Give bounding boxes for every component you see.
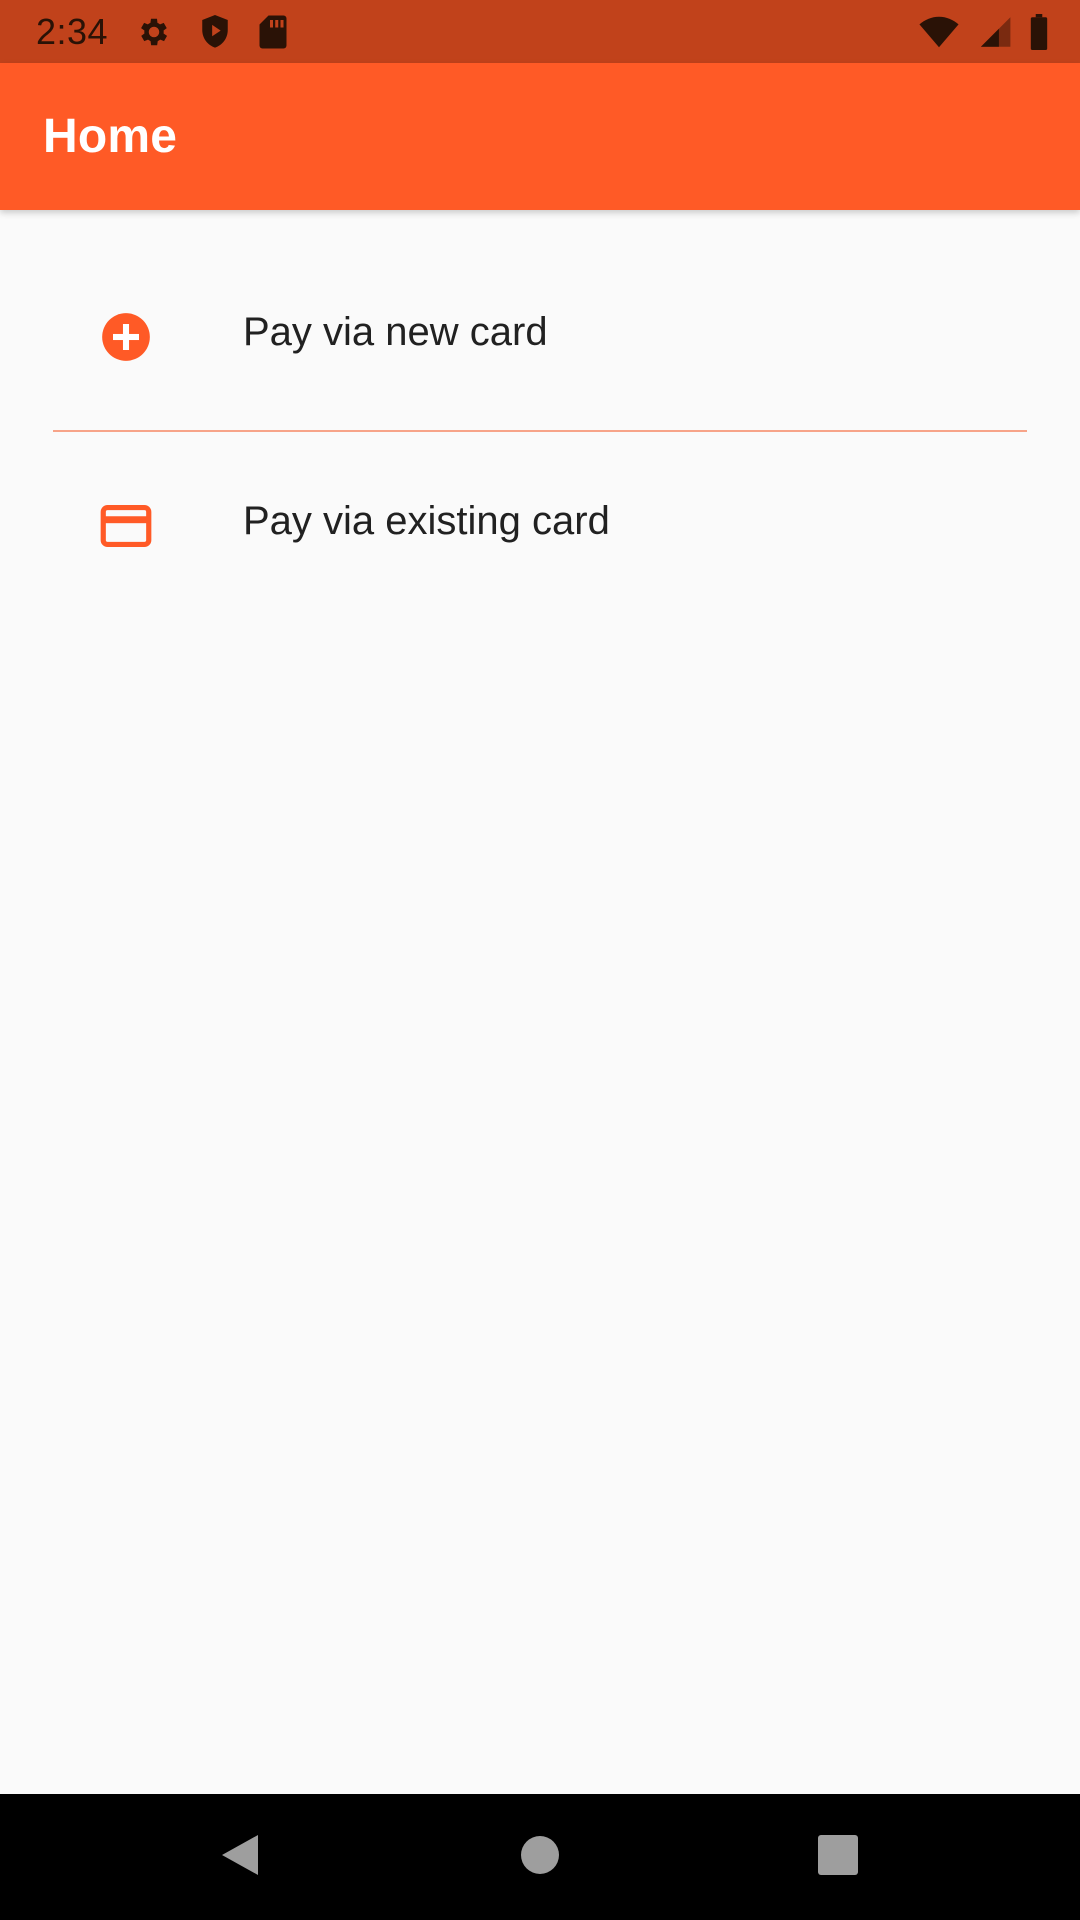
credit-card-icon <box>100 500 152 552</box>
navigation-bar <box>0 1794 1080 1920</box>
screen: 2:34 Home Pay via new card Pay via exist… <box>0 0 1080 1920</box>
wifi-icon <box>918 15 960 49</box>
list-item-label: Pay via new card <box>243 310 548 354</box>
status-bar: 2:34 <box>0 0 1080 63</box>
back-button[interactable] <box>170 1794 310 1920</box>
list-item-label: Pay via existing card <box>243 499 610 543</box>
payment-options-list: Pay via new card Pay via existing card <box>0 210 1080 619</box>
shield-play-icon <box>198 13 232 51</box>
list-item-pay-existing-card[interactable]: Pay via existing card <box>0 430 1080 619</box>
recents-icon <box>818 1834 858 1880</box>
recents-button[interactable] <box>768 1794 908 1920</box>
battery-icon <box>1028 13 1050 50</box>
status-time: 2:34 <box>36 10 109 52</box>
signal-icon <box>976 15 1012 49</box>
status-system-icons <box>918 13 1050 50</box>
gear-icon <box>136 14 172 50</box>
app-bar: Home <box>0 63 1080 210</box>
page-title: Home <box>43 110 178 163</box>
home-button[interactable] <box>470 1794 610 1920</box>
sd-card-icon <box>258 14 288 50</box>
list-item-pay-new-card[interactable]: Pay via new card <box>0 210 1080 430</box>
home-icon <box>520 1835 560 1880</box>
status-notification-icons <box>136 13 288 51</box>
add-circle-icon <box>100 311 152 363</box>
back-icon <box>218 1831 262 1884</box>
